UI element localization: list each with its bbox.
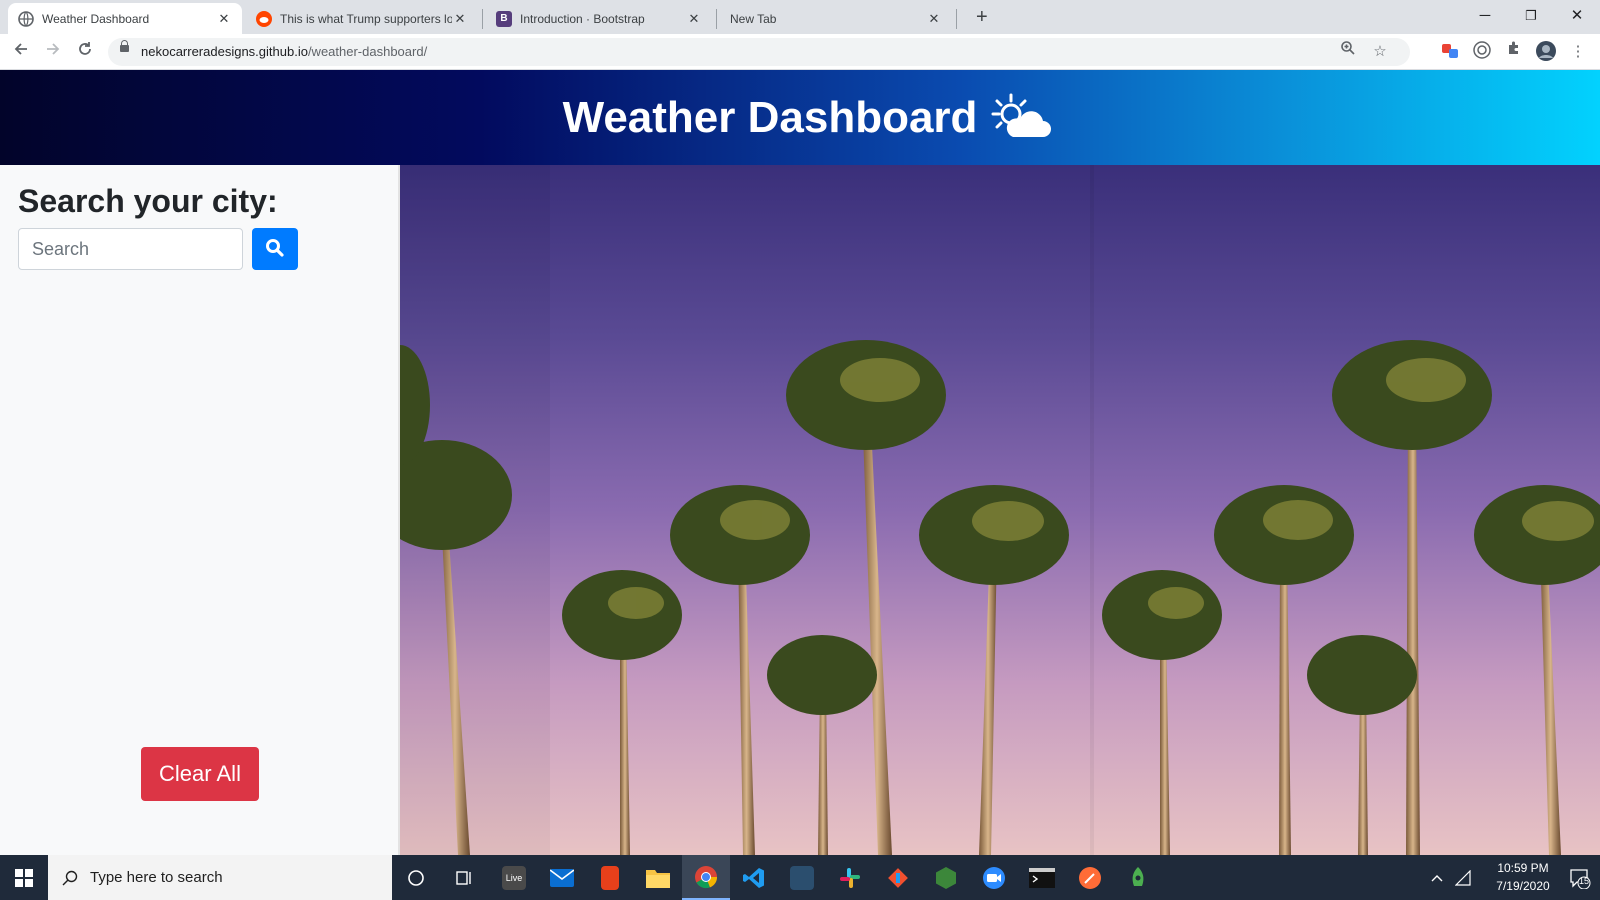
back-arrow-icon[interactable]	[9, 40, 33, 64]
tab-reddit[interactable]: This is what Trump supporters lo ✕	[246, 3, 478, 34]
tab-new-tab[interactable]: New Tab ✕	[720, 3, 952, 34]
file-explorer-icon[interactable]	[634, 855, 682, 900]
tab-close-icon[interactable]: ✕	[686, 11, 702, 27]
robo3t-icon[interactable]	[1114, 855, 1162, 900]
task-view-icon[interactable]	[440, 855, 488, 900]
live-label: Live	[502, 865, 526, 890]
mail-icon[interactable]	[538, 855, 586, 900]
lock-icon	[120, 40, 129, 52]
forward-arrow-icon[interactable]	[41, 40, 65, 64]
search-sidebar: Search your city: Clear All	[0, 165, 400, 855]
reload-icon[interactable]	[73, 40, 97, 64]
tab-separator	[482, 9, 483, 29]
tab-bootstrap[interactable]: B Introduction · Bootstrap ✕	[486, 3, 712, 34]
search-heading: Search your city:	[18, 183, 278, 219]
tab-close-icon[interactable]: ✕	[452, 11, 468, 27]
office-icon[interactable]	[586, 855, 634, 900]
system-clock[interactable]: 10:59 PM 7/19/2020	[1488, 859, 1558, 895]
tab-title: Introduction · Bootstrap	[520, 11, 645, 26]
live-icon[interactable]: Live	[490, 855, 538, 900]
mysql-workbench-icon[interactable]	[778, 855, 826, 900]
page-title: Weather Dashboard	[562, 92, 978, 142]
terminal-icon[interactable]	[1018, 855, 1066, 900]
url-path: /weather-dashboard/	[307, 44, 428, 59]
tab-close-icon[interactable]: ✕	[926, 11, 942, 27]
chrome-menu-icon[interactable]: ⋮	[1566, 40, 1590, 64]
taskbar-search-placeholder: Type here to search	[90, 869, 223, 886]
palm-trees-background	[400, 165, 1600, 855]
bootstrap-icon: B	[496, 10, 512, 27]
vscode-icon[interactable]	[730, 855, 778, 900]
palm-trees-image	[400, 165, 1600, 855]
extension-circle-icon[interactable]	[1470, 40, 1494, 64]
show-hidden-icons-chevron-icon[interactable]	[1426, 855, 1448, 900]
url-host: nekocarreradesigns.github.io	[141, 44, 308, 59]
tab-title: This is what Trump supporters lo	[280, 11, 452, 26]
search-icon	[62, 870, 78, 885]
zoom-icon[interactable]	[1336, 40, 1360, 64]
network-icon[interactable]	[1448, 855, 1478, 900]
extensions-puzzle-icon[interactable]	[1502, 40, 1526, 64]
cortana-icon[interactable]	[392, 855, 440, 900]
clear-all-button[interactable]: Clear All	[141, 747, 259, 801]
bookmark-star-icon[interactable]: ☆	[1368, 40, 1392, 64]
chrome-icon[interactable]	[682, 855, 730, 900]
sun-cloud-icon	[991, 93, 1052, 143]
city-search-input[interactable]	[18, 228, 243, 270]
profile-avatar[interactable]	[1534, 40, 1558, 64]
notification-count: 15	[1579, 876, 1590, 886]
browser-tab-strip: Weather Dashboard ✕ This is what Trump s…	[0, 0, 1600, 34]
tab-separator	[716, 9, 717, 29]
browser-toolbar: nekocarreradesigns.github.io/weather-das…	[0, 34, 1600, 70]
tab-title: New Tab	[730, 11, 777, 26]
site-header: Weather Dashboard	[0, 70, 1600, 165]
reddit-icon	[256, 10, 272, 27]
taskbar-search-box[interactable]: Type here to search	[48, 855, 392, 900]
tab-close-icon[interactable]: ✕	[216, 11, 232, 27]
extension-notification-icon[interactable]	[1438, 40, 1462, 64]
tab-weather-dashboard[interactable]: Weather Dashboard ✕	[8, 3, 242, 34]
clock-date: 7/19/2020	[1496, 879, 1550, 893]
tab-separator	[956, 9, 957, 29]
git-icon[interactable]	[874, 855, 922, 900]
postman-icon[interactable]	[1066, 855, 1114, 900]
zoom-icon[interactable]	[970, 855, 1018, 900]
address-bar[interactable]: nekocarreradesigns.github.io/weather-das…	[108, 38, 1410, 66]
search-icon	[266, 238, 284, 257]
action-center-icon[interactable]: 15	[1560, 855, 1600, 900]
tab-title: Weather Dashboard	[42, 11, 150, 26]
clock-time: 10:59 PM	[1497, 861, 1549, 875]
close-window-button[interactable]: ✕	[1554, 2, 1600, 30]
search-button[interactable]	[252, 228, 298, 270]
windows-taskbar: Type here to search Live 10:59 PM 7/19/2…	[0, 855, 1600, 900]
slack-icon[interactable]	[826, 855, 874, 900]
minimize-button[interactable]: ─	[1462, 2, 1508, 30]
restore-button[interactable]: ❐	[1508, 2, 1554, 30]
url-text: nekocarreradesigns.github.io/weather-das…	[141, 44, 427, 59]
nodejs-icon[interactable]	[922, 855, 970, 900]
windows-start-icon[interactable]	[0, 855, 48, 900]
globe-icon	[18, 10, 34, 27]
new-tab-button[interactable]: +	[976, 6, 988, 29]
